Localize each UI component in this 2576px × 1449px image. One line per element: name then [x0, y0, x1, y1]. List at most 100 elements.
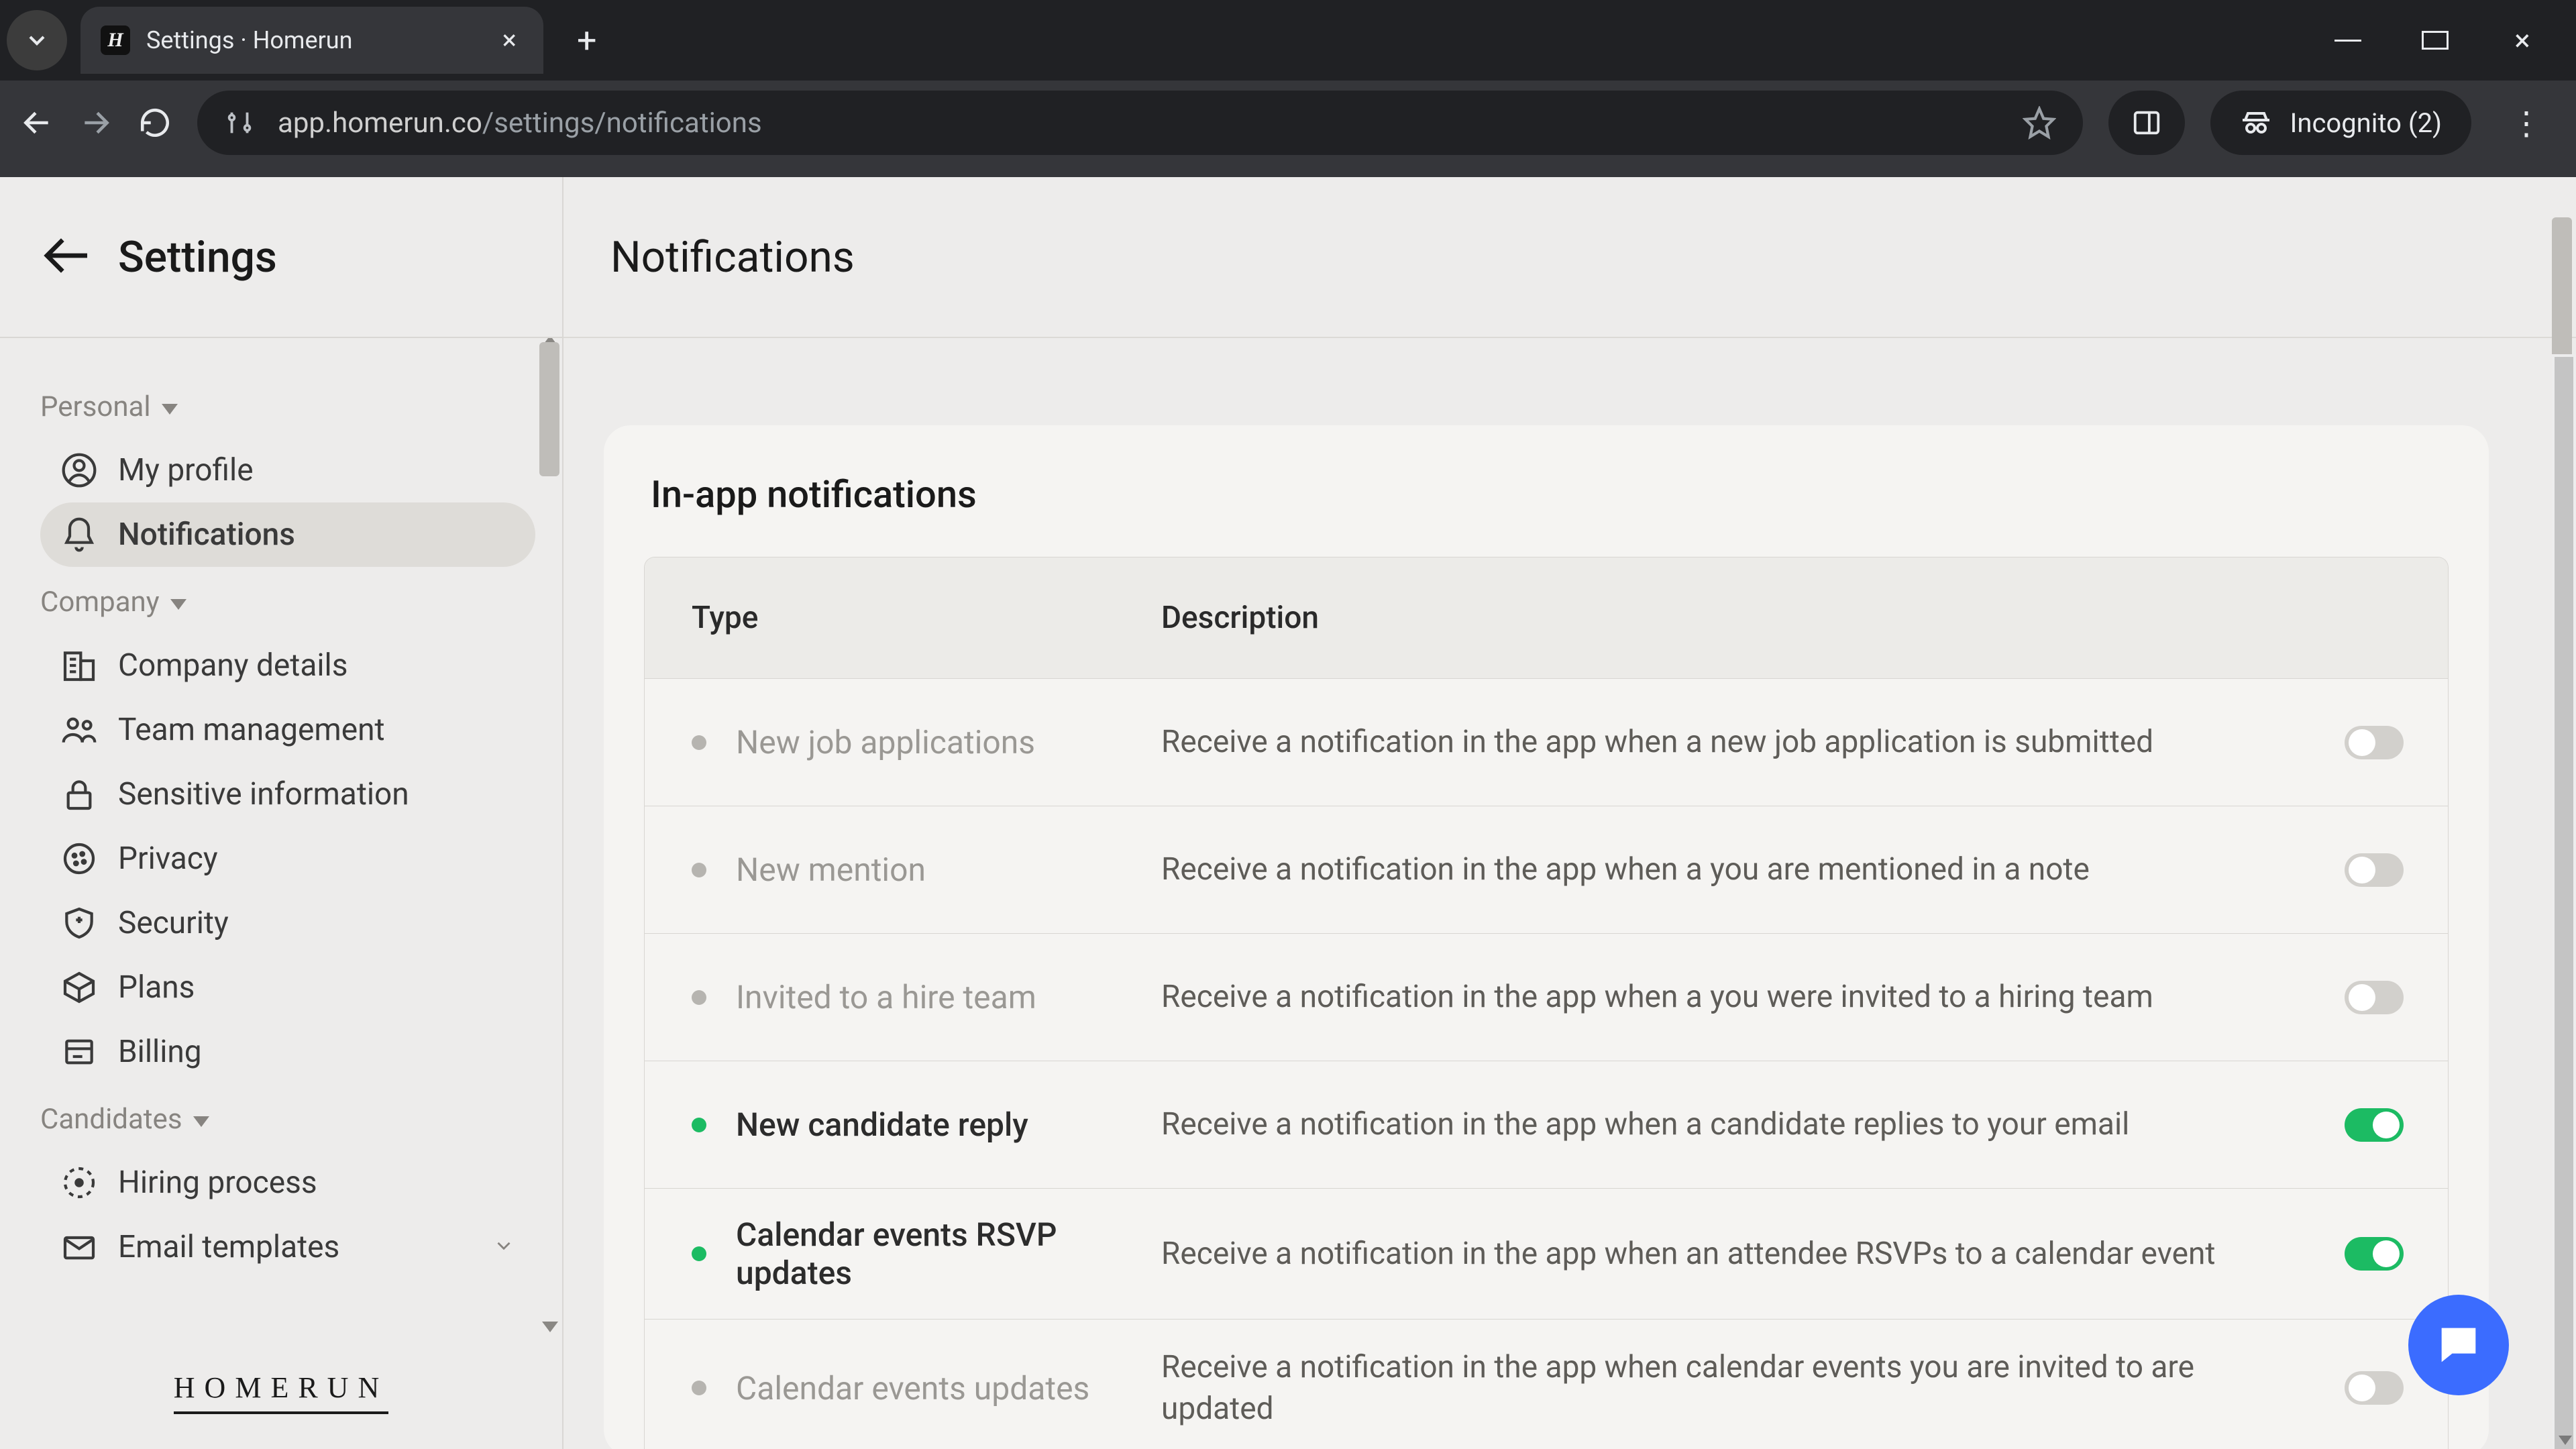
billing-icon: [60, 1033, 98, 1071]
chat-icon: [2433, 1320, 2484, 1371]
status-dot: [692, 863, 706, 877]
incognito-icon: [2240, 107, 2272, 139]
window-minimize-button[interactable]: [2334, 23, 2361, 58]
bookmark-star-icon[interactable]: [2023, 106, 2056, 140]
url-text: app.homerun.co/settings/notifications: [278, 107, 762, 140]
main-content: Notifications In-app notifications Type …: [564, 177, 2576, 1449]
support-chat-button[interactable]: [2408, 1295, 2509, 1395]
sidebar-item-billing[interactable]: Billing: [40, 1020, 535, 1084]
notification-toggle[interactable]: [2345, 853, 2404, 887]
tab-search-button[interactable]: [7, 10, 67, 70]
sidebar-section-personal[interactable]: Personal: [40, 390, 535, 423]
chevron-down-icon: [23, 27, 50, 54]
settings-sidebar: Settings Personal My profile Notificatio…: [0, 177, 564, 1449]
notification-description: Receive a notification in the app when c…: [1161, 1346, 2300, 1430]
incognito-indicator[interactable]: Incognito (2): [2210, 91, 2471, 155]
window-close-button[interactable]: ×: [2509, 23, 2536, 58]
nav-label: Billing: [118, 1034, 202, 1070]
side-panel-button[interactable]: [2108, 91, 2185, 155]
nav-label: Plans: [118, 969, 195, 1006]
user-icon: [60, 451, 98, 489]
nav-label: Security: [118, 905, 229, 941]
tab-close-button[interactable]: ×: [502, 27, 517, 54]
notification-toggle[interactable]: [2345, 726, 2404, 759]
nav-reload-button[interactable]: [138, 106, 172, 140]
incognito-label: Incognito (2): [2290, 107, 2442, 139]
notification-toggle[interactable]: [2345, 981, 2404, 1014]
settings-back-button[interactable]: [40, 229, 94, 285]
card-title: In-app notifications: [604, 425, 2489, 557]
caret-down-icon: [162, 404, 178, 415]
sidebar-section-company[interactable]: Company: [40, 586, 535, 619]
sidebar-section-label: Company: [40, 586, 160, 619]
sidebar-item-security[interactable]: Security: [40, 891, 535, 955]
status-dot: [692, 1118, 706, 1132]
notification-toggle[interactable]: [2345, 1237, 2404, 1271]
sidebar-item-sensitive-information[interactable]: Sensitive information: [40, 762, 535, 826]
table-row: Invited to a hire teamReceive a notifica…: [645, 933, 2448, 1061]
sidebar-scroll[interactable]: Personal My profile Notifications Compan…: [0, 338, 562, 1335]
scroll-down-icon[interactable]: [2559, 1436, 2572, 1445]
notification-type: Calendar events RSVP updates: [736, 1216, 1161, 1292]
scrollbar-thumb[interactable]: [2555, 357, 2573, 1449]
nav-label: Team management: [118, 712, 385, 748]
chevron-down-icon: [492, 1229, 515, 1265]
app-root: Settings Personal My profile Notificatio…: [0, 177, 2576, 1449]
sidebar-item-email-templates[interactable]: Email templates: [40, 1215, 535, 1279]
in-app-notifications-card: In-app notifications Type Description Ne…: [604, 425, 2489, 1449]
tab-title: Settings · Homerun: [146, 26, 486, 54]
sidebar-footer: HOMERUN: [0, 1335, 562, 1449]
status-dot: [692, 1246, 706, 1261]
homerun-logo[interactable]: HOMERUN: [174, 1371, 388, 1414]
nav-forward-button[interactable]: [79, 106, 113, 140]
cookie-icon: [60, 840, 98, 877]
shield-icon: [60, 904, 98, 942]
sidebar-item-privacy[interactable]: Privacy: [40, 826, 535, 891]
new-tab-button[interactable]: +: [577, 20, 597, 61]
address-bar[interactable]: app.homerun.co/settings/notifications: [197, 91, 2083, 155]
nav-label: Privacy: [118, 841, 218, 877]
notification-type: Invited to a hire team: [736, 978, 1161, 1016]
sidebar-item-my-profile[interactable]: My profile: [40, 438, 535, 502]
page-title: Notifications: [564, 177, 2576, 338]
notification-description: Receive a notification in the app when a…: [1161, 1233, 2300, 1275]
notification-type: New mention: [736, 851, 1161, 889]
sidebar-item-team-management[interactable]: Team management: [40, 698, 535, 762]
sidebar-scrollbar[interactable]: [539, 342, 559, 476]
browser-menu-button[interactable]: ⋮: [2497, 104, 2556, 142]
table-row: New candidate replyReceive a notificatio…: [645, 1061, 2448, 1188]
browser-tab[interactable]: H Settings · Homerun ×: [80, 7, 543, 74]
building-icon: [60, 647, 98, 684]
table-row: Calendar events RSVP updatesReceive a no…: [645, 1188, 2448, 1319]
panel-icon: [2131, 107, 2162, 138]
sidebar-item-hiring-process[interactable]: Hiring process: [40, 1150, 535, 1215]
page-scrollbar[interactable]: [2552, 354, 2576, 1449]
nav-label: Notifications: [118, 517, 295, 553]
notification-toggle[interactable]: [2345, 1108, 2404, 1142]
notification-description: Receive a notification in the app when a…: [1161, 849, 2300, 890]
toolbar: app.homerun.co/settings/notifications In…: [0, 80, 2576, 177]
sidebar-section-label: Candidates: [40, 1103, 182, 1136]
notification-type: Calendar events updates: [736, 1369, 1161, 1407]
window-maximize-button[interactable]: [2422, 23, 2449, 58]
col-header-description: Description: [1161, 600, 2300, 636]
nav-label: Hiring process: [118, 1165, 317, 1201]
notification-description: Receive a notification in the app when a…: [1161, 1104, 2300, 1145]
nav-label: Sensitive information: [118, 776, 409, 812]
nav-label: My profile: [118, 452, 254, 488]
status-dot: [692, 990, 706, 1005]
sidebar-section-candidates[interactable]: Candidates: [40, 1103, 535, 1136]
caret-down-icon: [170, 599, 186, 610]
scroll-down-icon[interactable]: [542, 1322, 558, 1332]
tab-favicon: H: [101, 25, 130, 55]
notification-description: Receive a notification in the app when a…: [1161, 721, 2300, 763]
sidebar-item-notifications[interactable]: Notifications: [40, 502, 535, 567]
notification-description: Receive a notification in the app when a…: [1161, 976, 2300, 1018]
site-settings-icon[interactable]: [224, 107, 255, 138]
sidebar-item-company-details[interactable]: Company details: [40, 633, 535, 698]
notification-toggle[interactable]: [2345, 1371, 2404, 1405]
nav-back-button[interactable]: [20, 106, 54, 140]
mail-icon: [60, 1228, 98, 1266]
lock-icon: [60, 775, 98, 813]
sidebar-item-plans[interactable]: Plans: [40, 955, 535, 1020]
